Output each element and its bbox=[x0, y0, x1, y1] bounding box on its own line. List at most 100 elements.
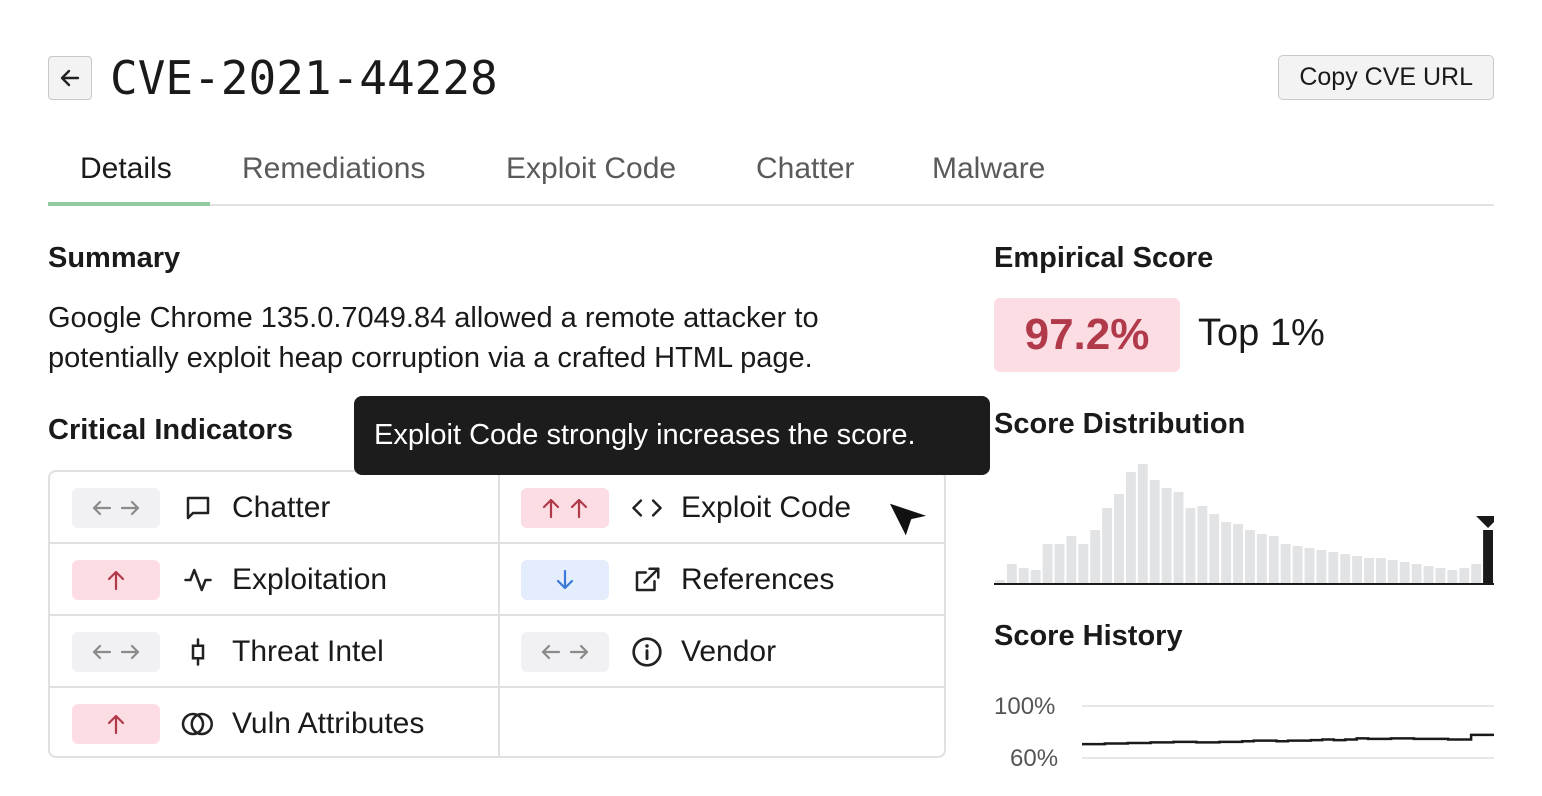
histogram-bar bbox=[1328, 552, 1339, 584]
current-score-marker bbox=[1476, 516, 1494, 528]
percentile-rank: Top 1% bbox=[1198, 312, 1325, 354]
indicator-label: Chatter bbox=[232, 491, 331, 524]
indicator-exploit-code[interactable]: Exploit Code bbox=[499, 472, 851, 544]
histogram-bar bbox=[1459, 568, 1470, 584]
score-distribution-heading: Score Distribution bbox=[994, 408, 1246, 440]
score-badge: 97.2% bbox=[994, 298, 1180, 372]
histogram-bar bbox=[1352, 556, 1363, 584]
indicator-vuln-attributes[interactable]: Vuln Attributes bbox=[50, 688, 424, 760]
histogram-bar bbox=[1161, 488, 1172, 584]
tab-remediations[interactable]: Remediations bbox=[242, 152, 425, 206]
activity-icon bbox=[180, 562, 216, 598]
neutral-effect-badge bbox=[72, 632, 160, 672]
indicators-grid: Chatter Exploit Code Exploitation Refere… bbox=[48, 470, 946, 758]
score-history-heading: Score History bbox=[994, 620, 1183, 652]
copy-cve-url-button[interactable]: Copy CVE URL bbox=[1278, 55, 1494, 100]
score-history-chart: 100% 60% bbox=[994, 693, 1494, 772]
y-tick-label: 60% bbox=[1010, 745, 1058, 772]
histogram-bar bbox=[1042, 544, 1053, 584]
histogram-bar bbox=[1054, 544, 1065, 584]
histogram-bar bbox=[1233, 524, 1243, 584]
histogram-bar bbox=[1411, 564, 1422, 584]
neutral-effect-badge bbox=[521, 632, 609, 672]
left-right-arrows-icon bbox=[92, 644, 140, 660]
y-tick-label: 100% bbox=[994, 693, 1055, 720]
neutral-effect-badge bbox=[72, 488, 160, 528]
score-history-line bbox=[1082, 733, 1494, 746]
strong-increase-badge bbox=[521, 488, 609, 528]
histogram-bar bbox=[1185, 508, 1196, 584]
indicator-label: Threat Intel bbox=[232, 635, 384, 668]
histogram-bar bbox=[1114, 494, 1124, 584]
up-arrow-icon bbox=[107, 570, 125, 591]
indicator-label: Exploit Code bbox=[681, 491, 852, 524]
tooltip: Exploit Code strongly increases the scor… bbox=[354, 396, 990, 475]
histogram-bar bbox=[1399, 562, 1410, 584]
decrease-badge bbox=[521, 560, 609, 600]
histogram-bar bbox=[1316, 550, 1327, 584]
histogram-bar bbox=[1387, 560, 1398, 584]
histogram-bar bbox=[1292, 546, 1303, 584]
double-up-arrow-icon bbox=[542, 498, 588, 519]
histogram-bar bbox=[1268, 536, 1279, 584]
critical-indicators-heading: Critical Indicators bbox=[48, 414, 293, 446]
indicator-chatter[interactable]: Chatter bbox=[50, 472, 330, 544]
tab-bar: Details Remediations Exploit Code Chatte… bbox=[48, 140, 1494, 206]
candlestick-icon bbox=[180, 634, 216, 670]
back-button[interactable] bbox=[48, 56, 92, 100]
page-header: CVE-2021-44228 Copy CVE URL bbox=[48, 50, 1494, 106]
histogram-bar bbox=[1423, 566, 1434, 584]
histogram-bar bbox=[1221, 522, 1232, 584]
summary-heading: Summary bbox=[48, 242, 181, 274]
histogram-bar bbox=[1256, 534, 1267, 584]
indicator-label: Vendor bbox=[681, 635, 777, 668]
histogram-bar bbox=[1435, 568, 1446, 584]
histogram-bar bbox=[1280, 544, 1291, 584]
histogram-bar bbox=[1209, 514, 1220, 584]
indicator-label: Vuln Attributes bbox=[232, 707, 425, 740]
indicator-threat-intel[interactable]: Threat Intel bbox=[50, 616, 384, 688]
histogram-bar bbox=[1173, 492, 1184, 584]
histogram-bar bbox=[1030, 570, 1041, 584]
arrow-left-icon bbox=[60, 69, 80, 87]
indicator-label: Exploitation bbox=[232, 563, 388, 596]
indicator-label: References bbox=[681, 563, 835, 596]
histogram-bar bbox=[1006, 564, 1017, 584]
active-tab-indicator bbox=[48, 202, 210, 206]
up-arrow-icon bbox=[107, 714, 125, 735]
page-title: CVE-2021-44228 bbox=[110, 51, 498, 105]
tab-details[interactable]: Details bbox=[80, 152, 172, 206]
histogram-bar bbox=[1149, 480, 1160, 584]
histogram-bar bbox=[1375, 558, 1386, 584]
increase-badge bbox=[72, 704, 160, 744]
histogram-bar bbox=[1125, 472, 1136, 584]
histogram-bar bbox=[1245, 530, 1255, 584]
down-arrow-icon bbox=[556, 569, 574, 590]
histogram-bar bbox=[1364, 558, 1374, 584]
increase-badge bbox=[72, 560, 160, 600]
chat-icon bbox=[180, 490, 216, 526]
tab-chatter[interactable]: Chatter bbox=[756, 152, 854, 206]
external-link-icon bbox=[629, 562, 665, 598]
histogram-bar bbox=[1018, 568, 1029, 584]
histogram-bar bbox=[1447, 570, 1458, 584]
mouse-pointer-icon bbox=[887, 501, 931, 539]
indicator-references[interactable]: References bbox=[499, 544, 834, 616]
indicator-vendor[interactable]: Vendor bbox=[499, 616, 776, 688]
empirical-score-heading: Empirical Score bbox=[994, 242, 1214, 274]
left-right-arrows-icon bbox=[541, 644, 589, 660]
overlap-circles-icon bbox=[180, 706, 216, 742]
tab-malware[interactable]: Malware bbox=[932, 152, 1045, 206]
code-icon bbox=[629, 490, 665, 526]
histogram-bar bbox=[1340, 554, 1351, 584]
info-icon bbox=[629, 634, 665, 670]
histogram-bar bbox=[1078, 544, 1089, 584]
histogram-bar bbox=[1066, 536, 1077, 584]
histogram-bar bbox=[1471, 564, 1482, 584]
histogram-bar bbox=[1102, 508, 1113, 584]
histogram-bar bbox=[1304, 548, 1315, 584]
histogram-bar bbox=[1090, 530, 1101, 584]
tab-exploit-code[interactable]: Exploit Code bbox=[506, 152, 676, 206]
indicator-exploitation[interactable]: Exploitation bbox=[50, 544, 387, 616]
histogram-bar bbox=[1137, 464, 1148, 584]
